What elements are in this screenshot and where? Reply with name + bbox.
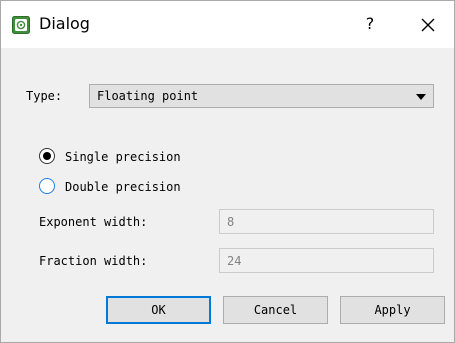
radio-selected-dot	[43, 152, 51, 160]
cancel-button[interactable]: Cancel	[223, 296, 328, 324]
type-label: Type:	[26, 89, 63, 103]
close-icon[interactable]	[413, 13, 443, 37]
app-icon	[12, 16, 30, 34]
double-precision-label[interactable]: Double precision	[65, 179, 181, 195]
fraction-width-value: 24	[227, 254, 242, 268]
exponent-width-label: Exponent width:	[39, 215, 148, 229]
type-combobox-value: Floating point	[97, 89, 199, 103]
type-combobox[interactable]: Floating point	[89, 84, 434, 108]
apply-button[interactable]: Apply	[340, 296, 445, 324]
single-precision-label[interactable]: Single precision	[65, 149, 181, 165]
single-precision-radio[interactable]	[39, 148, 55, 164]
double-precision-radio[interactable]	[39, 178, 55, 194]
fraction-width-label: Fraction width:	[39, 254, 148, 268]
dialog-window: Dialog ? Type: Floating point Single pre…	[0, 0, 455, 343]
title-bar: Dialog ?	[1, 1, 454, 48]
ok-button[interactable]: OK	[106, 296, 211, 324]
exponent-width-value: 8	[227, 215, 235, 229]
chevron-down-icon	[416, 94, 426, 100]
help-button[interactable]: ?	[355, 12, 385, 36]
window-title: Dialog	[39, 14, 90, 33]
exponent-width-field: 8	[219, 209, 434, 234]
fraction-width-field: 24	[219, 248, 434, 273]
